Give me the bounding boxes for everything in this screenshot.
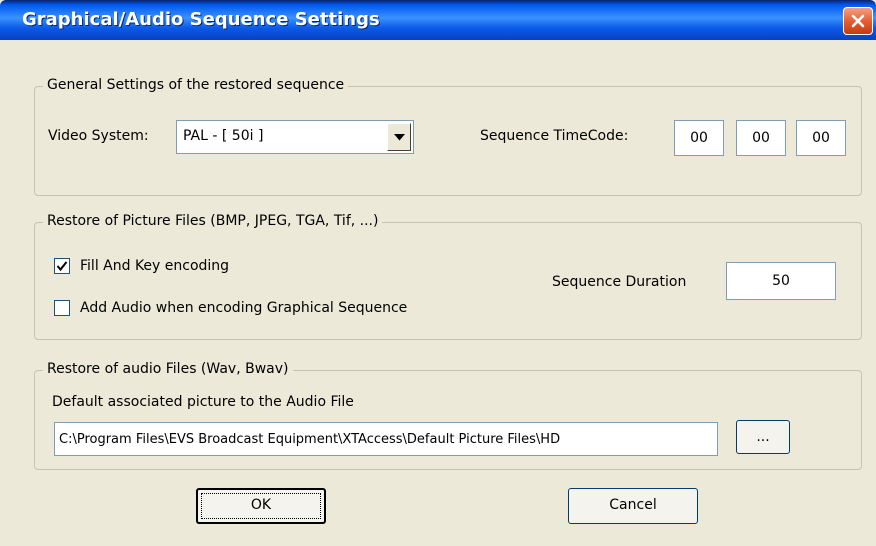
focus-rect [201, 493, 321, 519]
timecode-minutes-input[interactable] [736, 120, 786, 156]
video-system-value: PAL - [ 50i ] [183, 128, 264, 144]
video-system-dropdown[interactable]: PAL - [ 50i ] [176, 120, 414, 154]
dropdown-button[interactable] [387, 123, 411, 151]
browse-button[interactable]: ... [736, 420, 790, 454]
fill-key-checkbox[interactable] [54, 258, 70, 274]
title-bar[interactable]: Graphical/Audio Sequence Settings [0, 0, 876, 40]
ok-button[interactable]: OK [196, 488, 326, 524]
video-system-label: Video System: [48, 128, 149, 144]
cancel-button-label: Cancel [609, 497, 657, 513]
default-picture-label: Default associated picture to the Audio … [52, 394, 354, 410]
sequence-duration-label: Sequence Duration [552, 274, 687, 290]
timecode-label: Sequence TimeCode: [480, 128, 629, 144]
picture-files-legend: Restore of Picture Files (BMP, JPEG, TGA… [43, 213, 383, 229]
add-audio-checkbox[interactable] [54, 300, 70, 316]
fill-key-label[interactable]: Fill And Key encoding [80, 258, 229, 274]
checkmark-icon [56, 261, 68, 272]
default-picture-path-input[interactable] [54, 422, 718, 456]
cancel-button[interactable]: Cancel [568, 488, 698, 524]
chevron-down-icon [394, 134, 405, 141]
timecode-hours-input[interactable] [674, 120, 724, 156]
timecode-seconds-input[interactable] [796, 120, 846, 156]
close-button[interactable] [843, 7, 873, 35]
close-icon [851, 14, 865, 28]
settings-dialog: Graphical/Audio Sequence Settings Genera… [0, 0, 876, 546]
general-settings-legend: General Settings of the restored sequenc… [43, 77, 349, 93]
window-title: Graphical/Audio Sequence Settings [22, 9, 380, 30]
audio-files-legend: Restore of audio Files (Wav, Bwav) [43, 361, 293, 377]
add-audio-label[interactable]: Add Audio when encoding Graphical Sequen… [80, 300, 407, 316]
sequence-duration-input[interactable] [726, 262, 836, 300]
